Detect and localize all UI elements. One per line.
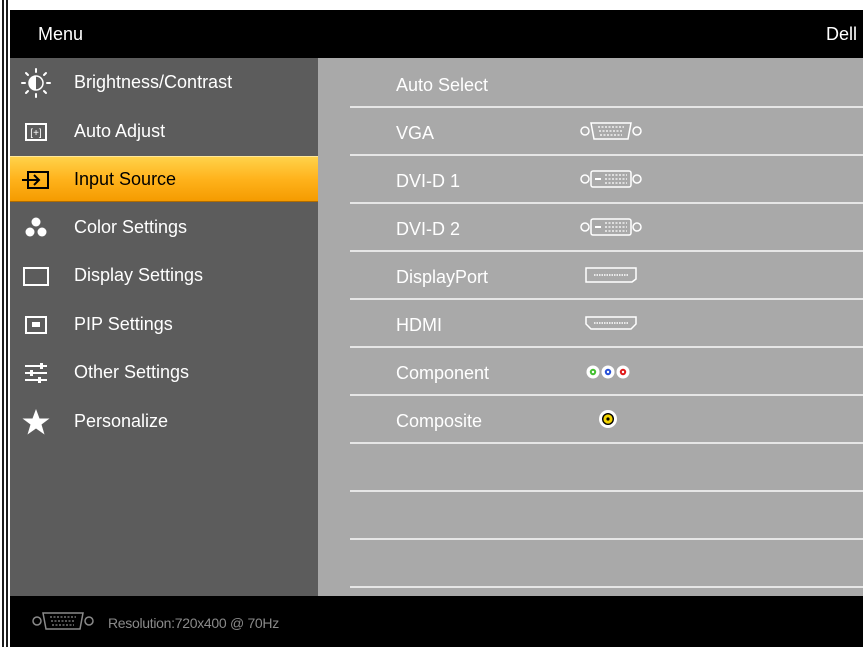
osd-footer: Resolution:720x400 @ 70Hz xyxy=(10,596,863,647)
input-option-auto-select[interactable]: Auto Select xyxy=(350,60,863,108)
brightness-icon xyxy=(20,68,52,98)
left-border xyxy=(0,0,10,647)
input-option-label: DVI-D 1 xyxy=(396,171,461,191)
auto-adjust-icon: [+] xyxy=(20,117,52,147)
input-option-label: Auto Select xyxy=(396,75,489,95)
input-option-hdmi[interactable]: HDMI xyxy=(350,300,863,348)
input-option-label: DVI-D 2 xyxy=(396,219,461,239)
input-option-dvi-d-2[interactable]: DVI-D 2 xyxy=(350,204,863,252)
resolution-status: Resolution:720x400 @ 70Hz xyxy=(108,615,279,631)
input-option-label: Composite xyxy=(396,411,483,431)
vga-connector-icon xyxy=(32,610,94,637)
brand-label: Dell xyxy=(825,24,857,44)
menu-item-pip-settings[interactable]: PIP Settings xyxy=(10,302,318,348)
menu-item-label: Brightness/Contrast xyxy=(74,72,233,92)
osd-header: Menu Dell xyxy=(10,10,863,58)
dvi-connector-icon xyxy=(580,168,642,190)
input-source-icon xyxy=(20,165,52,195)
other-settings-icon xyxy=(20,358,52,388)
input-option-label: DisplayPort xyxy=(396,267,489,287)
menu-item-label: PIP Settings xyxy=(74,314,173,334)
input-option-empty xyxy=(350,492,863,540)
menu-title: Menu xyxy=(38,24,84,44)
menu-item-label: Other Settings xyxy=(74,362,190,382)
input-option-empty xyxy=(350,444,863,492)
input-option-empty xyxy=(350,540,863,588)
menu-item-label: Input Source xyxy=(74,169,177,189)
pip-settings-icon xyxy=(20,310,52,340)
input-option-composite[interactable]: Composite xyxy=(350,396,863,444)
menu-item-label: Auto Adjust xyxy=(74,121,166,141)
menu-item-other-settings[interactable]: Other Settings xyxy=(10,350,318,396)
vga-connector-icon xyxy=(580,120,642,142)
menu-item-color-settings[interactable]: Color Settings xyxy=(10,205,318,251)
star-icon xyxy=(20,407,52,437)
monitor-osd: Menu Dell Brightness/Contrast [+] Auto A… xyxy=(0,0,863,647)
menu-item-display-settings[interactable]: Display Settings xyxy=(10,253,318,299)
svg-text:[+]: [+] xyxy=(30,128,42,139)
input-option-label: Component xyxy=(396,363,490,383)
menu-item-label: Display Settings xyxy=(74,265,204,285)
menu-item-input-source[interactable]: Input Source xyxy=(10,156,318,202)
composite-rca-icon xyxy=(580,408,642,430)
display-settings-icon xyxy=(20,261,52,291)
input-option-vga[interactable]: VGA xyxy=(350,108,863,156)
main-menu: Brightness/Contrast [+] Auto Adjust Inpu… xyxy=(10,58,318,596)
hdmi-connector-icon xyxy=(580,312,642,334)
input-option-label: HDMI xyxy=(396,315,442,335)
component-rca-icon xyxy=(580,360,642,382)
menu-item-label: Color Settings xyxy=(74,217,188,237)
menu-item-auto-adjust[interactable]: [+] Auto Adjust xyxy=(10,109,318,155)
menu-item-label: Personalize xyxy=(74,411,169,431)
input-option-displayport[interactable]: DisplayPort xyxy=(350,252,863,300)
input-option-dvi-d-1[interactable]: DVI-D 1 xyxy=(350,156,863,204)
menu-item-personalize[interactable]: Personalize xyxy=(10,399,318,445)
input-option-component[interactable]: Component xyxy=(350,348,863,396)
menu-item-brightness-contrast[interactable]: Brightness/Contrast xyxy=(10,60,318,106)
color-settings-icon xyxy=(20,213,52,243)
input-source-submenu: Auto Select VGA DVI-D 1 DVI-D 2 DisplayP… xyxy=(318,58,863,596)
dvi-connector-icon xyxy=(580,216,642,238)
input-option-label: VGA xyxy=(396,123,435,143)
displayport-connector-icon xyxy=(580,264,642,286)
